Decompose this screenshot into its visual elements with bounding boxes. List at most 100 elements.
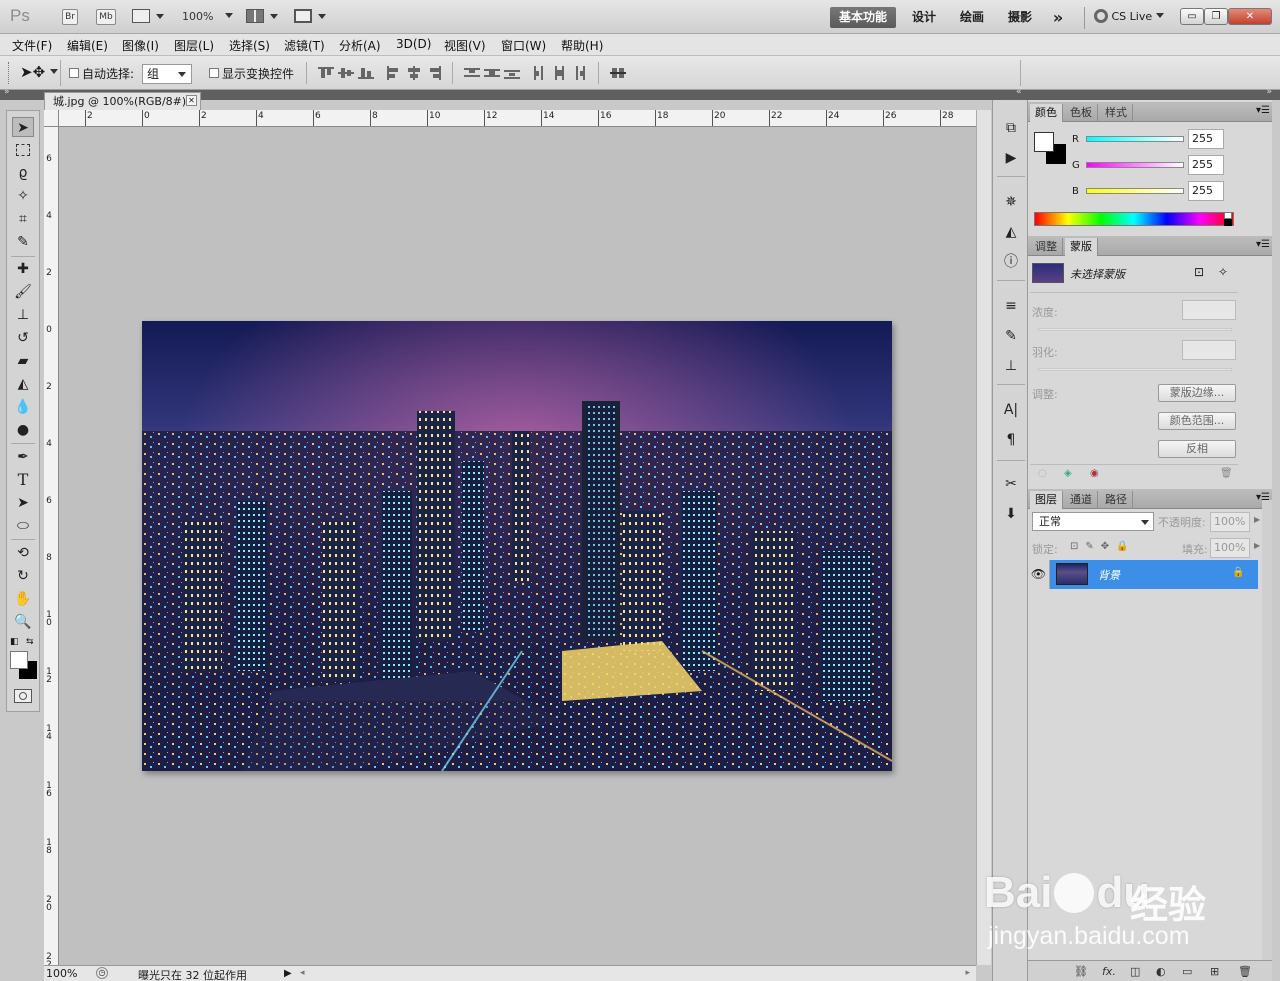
lasso-tool[interactable]: ϱ xyxy=(12,163,34,183)
spectrum-black[interactable] xyxy=(1224,219,1232,226)
distribute-top-icon[interactable] xyxy=(464,66,480,80)
navigator-panel-icon[interactable]: ✵ xyxy=(1001,192,1021,212)
tab-color[interactable]: 颜色 xyxy=(1030,104,1063,122)
zoom-level-select[interactable]: 100% xyxy=(182,10,233,23)
character-panel-icon[interactable]: A| xyxy=(1001,400,1021,420)
3d-panel-icon[interactable]: ⬇ xyxy=(1001,504,1021,524)
distribute-bottom-icon[interactable] xyxy=(504,66,520,80)
tool-presets-icon[interactable]: ✂ xyxy=(1001,474,1021,494)
color-foreground-swatch[interactable] xyxy=(1034,132,1054,152)
vertical-scrollbar[interactable] xyxy=(976,110,991,965)
restore-button[interactable]: ❐ xyxy=(1204,8,1228,25)
status-zoom[interactable]: 100% xyxy=(46,967,77,980)
feather-slider[interactable] xyxy=(1038,368,1232,371)
menu-file[interactable]: 文件(F) xyxy=(12,37,52,54)
marquee-tool[interactable] xyxy=(12,140,34,160)
more-workspaces-button[interactable]: » xyxy=(1046,7,1070,28)
layer-row-background[interactable]: 👁 背景 🔒 xyxy=(1028,560,1258,589)
eraser-tool[interactable]: ▰ xyxy=(12,351,34,371)
paint-bucket-tool[interactable]: ◭ xyxy=(12,374,34,394)
panel-menu-icon[interactable]: ▾☰ xyxy=(1256,239,1270,250)
opacity-input[interactable]: 100% xyxy=(1210,512,1250,532)
color-range-button[interactable]: 颜色范围... xyxy=(1158,412,1236,430)
tab-layers[interactable]: 图层 xyxy=(1030,491,1063,509)
brush-presets-icon[interactable]: ≡ xyxy=(1001,296,1021,316)
disable-mask-icon[interactable]: ◉ xyxy=(1090,468,1099,479)
clone-stamp-tool[interactable]: ⊥ xyxy=(12,305,34,325)
menu-edit[interactable]: 编辑(E) xyxy=(67,37,108,54)
crop-tool[interactable]: ⌗ xyxy=(12,209,34,229)
align-top-icon[interactable] xyxy=(318,66,334,80)
quick-mask-button[interactable] xyxy=(14,689,32,703)
distribute-right-icon[interactable] xyxy=(572,66,588,80)
cs-live-button[interactable]: CS Live xyxy=(1094,9,1164,23)
zoom-tool[interactable]: 🔍 xyxy=(12,612,34,632)
workspace-painting[interactable]: 绘画 xyxy=(952,7,992,28)
red-value-input[interactable]: 255 xyxy=(1188,129,1224,149)
tab-adjustments[interactable]: 调整 xyxy=(1030,238,1063,256)
ruler-origin[interactable] xyxy=(44,110,59,127)
tab-masks[interactable]: 蒙版 xyxy=(1065,238,1098,256)
history-panel-icon[interactable]: ⧉ xyxy=(1001,118,1021,138)
load-selection-icon[interactable]: ◌ xyxy=(1038,468,1047,479)
tab-paths[interactable]: 路径 xyxy=(1100,491,1133,509)
fill-input[interactable]: 100% xyxy=(1210,538,1250,558)
clone-source-icon[interactable]: ⊥ xyxy=(1001,356,1021,376)
opacity-arrow-icon[interactable]: ▶ xyxy=(1254,515,1260,524)
status-info-icon[interactable]: ◷ xyxy=(96,967,108,979)
lock-icons[interactable]: ⊡✎✥🔒 xyxy=(1070,541,1136,552)
layer-name[interactable]: 背景 xyxy=(1098,567,1120,583)
minimize-button[interactable]: ▭ xyxy=(1180,8,1204,25)
density-slider[interactable] xyxy=(1038,328,1232,331)
add-pixel-mask-icon[interactable]: ⊡ xyxy=(1194,265,1204,279)
tab-styles[interactable]: 样式 xyxy=(1100,104,1133,122)
quick-selection-tool[interactable]: ✧ xyxy=(12,186,34,206)
visibility-eye-icon[interactable]: 👁 xyxy=(1028,560,1050,589)
mask-edge-button[interactable]: 蒙版边缘... xyxy=(1158,384,1236,402)
menu-help[interactable]: 帮助(H) xyxy=(561,37,603,54)
dock-collapse-strip[interactable]: « » xyxy=(992,87,1280,100)
apply-mask-icon[interactable]: ◈ xyxy=(1064,468,1072,479)
menu-filter[interactable]: 滤镜(T) xyxy=(284,37,325,54)
fill-arrow-icon[interactable]: ▶ xyxy=(1254,541,1260,550)
status-menu-arrow-icon[interactable]: ▶ xyxy=(284,968,292,979)
red-slider[interactable] xyxy=(1086,136,1184,142)
close-window-button[interactable]: ✕ xyxy=(1228,8,1272,25)
vertical-ruler[interactable]: 642024681 01 21 41 61 82 02 2 xyxy=(44,127,59,970)
blur-tool[interactable]: 💧 xyxy=(12,397,34,417)
pen-tool[interactable]: ✒ xyxy=(12,447,34,467)
dodge-tool[interactable]: ● xyxy=(12,420,34,440)
menu-3d[interactable]: 3D(D) xyxy=(396,37,431,51)
workspace-design[interactable]: 设计 xyxy=(904,7,944,28)
blue-value-input[interactable]: 255 xyxy=(1188,181,1224,201)
distribute-vcenter-icon[interactable] xyxy=(484,66,500,80)
hand-tool[interactable]: ✋ xyxy=(12,589,34,609)
eyedropper-tool[interactable]: ✎ xyxy=(12,232,34,252)
menu-window[interactable]: 窗口(W) xyxy=(501,37,546,54)
healing-brush-tool[interactable]: ✚ xyxy=(12,259,34,279)
workspace-essentials[interactable]: 基本功能 xyxy=(830,7,896,28)
histogram-panel-icon[interactable]: ◭ xyxy=(1001,222,1021,242)
panel-menu-icon[interactable]: ▾☰ xyxy=(1256,105,1270,116)
menu-view[interactable]: 视图(V) xyxy=(444,37,486,54)
auto-align-layers-icon[interactable] xyxy=(610,66,626,80)
horizontal-ruler[interactable]: 2 0 2 4 6 8 10 12 14 16 18 20 22 24 26 28 xyxy=(44,110,976,127)
distribute-left-icon[interactable] xyxy=(532,66,548,80)
brushes-panel-icon[interactable]: ✎ xyxy=(1001,326,1021,346)
mini-bridge-button[interactable]: Mb xyxy=(96,9,116,25)
blue-slider[interactable] xyxy=(1086,188,1184,194)
brush-tool[interactable]: 🖌 xyxy=(12,282,34,302)
menu-select[interactable]: 选择(S) xyxy=(229,37,270,54)
auto-select-checkbox[interactable] xyxy=(69,68,79,78)
spectrum-white[interactable] xyxy=(1224,212,1232,219)
3d-orbit-tool[interactable]: ↻ xyxy=(12,566,34,586)
delete-mask-icon[interactable]: 🗑 xyxy=(1220,468,1233,479)
tab-swatches[interactable]: 色板 xyxy=(1065,104,1098,122)
color-spectrum-ramp[interactable] xyxy=(1034,212,1234,226)
distribute-hcenter-icon[interactable] xyxy=(552,66,568,80)
green-value-input[interactable]: 255 xyxy=(1188,155,1224,175)
align-left-icon[interactable] xyxy=(386,66,402,80)
foreground-color-swatch[interactable] xyxy=(10,651,28,669)
type-tool[interactable]: T xyxy=(12,470,34,490)
3d-rotate-tool[interactable]: ⟲ xyxy=(12,543,34,563)
